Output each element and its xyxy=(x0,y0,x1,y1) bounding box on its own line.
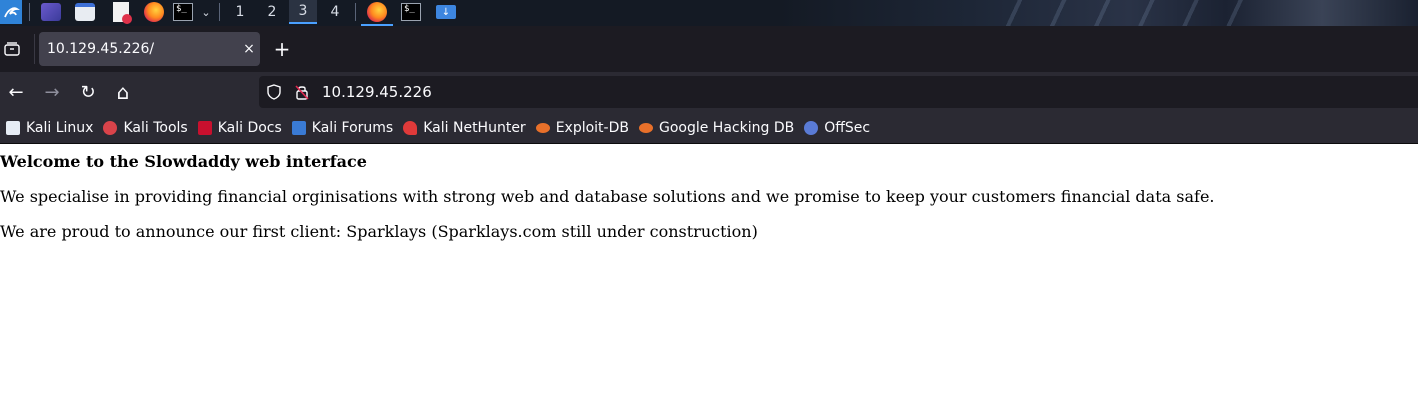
terminal-launcher-icon[interactable]: $_ xyxy=(171,0,195,24)
bookmark-kali-linux[interactable]: Kali Linux xyxy=(2,116,97,140)
workspace-2[interactable]: 2 xyxy=(258,0,286,24)
navigation-toolbar: ← → ↻ ⌂ 10.129.45.226 xyxy=(0,72,1418,112)
taskbar-separator xyxy=(29,3,30,21)
bookmark-exploit-db[interactable]: Exploit-DB xyxy=(532,116,633,140)
tab-divider xyxy=(34,34,35,64)
kali-menu-icon[interactable] xyxy=(0,0,22,24)
tracking-protection-shield-icon[interactable] xyxy=(267,84,283,100)
reload-button[interactable]: ↻ xyxy=(75,80,101,104)
new-tab-button[interactable]: + xyxy=(270,37,294,61)
offsec-icon xyxy=(804,120,819,135)
bookmarks-toolbar: Kali Linux Kali Tools Kali Docs Kali For… xyxy=(0,112,1418,144)
file-manager-icon[interactable] xyxy=(72,0,98,24)
kali-tools-icon xyxy=(103,120,118,135)
back-button[interactable]: ← xyxy=(3,80,29,104)
intro-paragraph: We specialise in providing financial org… xyxy=(0,187,1215,206)
workspace-3[interactable]: 3 xyxy=(289,0,317,24)
announcement-paragraph: We are proud to announce our first clien… xyxy=(0,222,758,241)
kali-docs-icon xyxy=(197,120,212,135)
browser-tab-bar: 10.129.45.226/ × + xyxy=(0,26,1418,72)
url-text[interactable]: 10.129.45.226 xyxy=(322,83,432,101)
kali-dragon-icon xyxy=(6,120,20,135)
tab-active[interactable]: 10.129.45.226/ × xyxy=(39,32,260,66)
tab-title: 10.129.45.226/ xyxy=(47,41,155,57)
chevron-down-icon[interactable]: ⌄ xyxy=(198,0,214,24)
bookmark-kali-nethunter[interactable]: Kali NetHunter xyxy=(399,116,529,140)
bookmark-kali-tools[interactable]: Kali Tools xyxy=(99,116,191,140)
taskbar-separator xyxy=(219,3,220,21)
workspace-4[interactable]: 4 xyxy=(321,0,349,24)
system-taskbar: $_ ⌄ 1 2 3 4 $_ ↓ xyxy=(0,0,1418,26)
url-bar[interactable]: 10.129.45.226 xyxy=(259,76,1418,108)
download-icon: ↓ xyxy=(436,5,456,19)
workspace-switcher-icon[interactable] xyxy=(38,0,64,24)
home-button[interactable]: ⌂ xyxy=(110,80,136,104)
bookmark-kali-forums[interactable]: Kali Forums xyxy=(288,116,397,140)
workspace-1[interactable]: 1 xyxy=(226,0,254,24)
page-content: Welcome to the Slowdaddy web interface W… xyxy=(0,144,1418,401)
page-heading: Welcome to the Slowdaddy web interface xyxy=(0,152,367,171)
kali-forums-icon xyxy=(291,120,306,135)
text-editor-icon[interactable] xyxy=(108,0,134,24)
forward-button[interactable]: → xyxy=(39,80,65,104)
wallpaper-strip xyxy=(778,0,1418,26)
bookmark-offsec[interactable]: OffSec xyxy=(800,116,874,140)
downloads-window-button[interactable]: ↓ xyxy=(433,0,459,24)
nethunter-icon xyxy=(403,120,418,135)
exploit-db-icon xyxy=(535,122,550,133)
close-tab-icon[interactable]: × xyxy=(238,41,260,57)
terminal-window-button[interactable]: $_ xyxy=(398,0,424,24)
bookmark-kali-docs[interactable]: Kali Docs xyxy=(194,116,286,140)
taskbar-separator xyxy=(355,3,356,21)
firefox-launcher-icon[interactable] xyxy=(141,0,167,24)
tab-list-icon[interactable] xyxy=(0,38,24,60)
firefox-window-button[interactable] xyxy=(361,0,393,24)
bookmark-google-hacking-db[interactable]: Google Hacking DB xyxy=(635,116,798,140)
insecure-lock-icon[interactable] xyxy=(295,84,311,100)
ghdb-icon xyxy=(638,122,653,133)
